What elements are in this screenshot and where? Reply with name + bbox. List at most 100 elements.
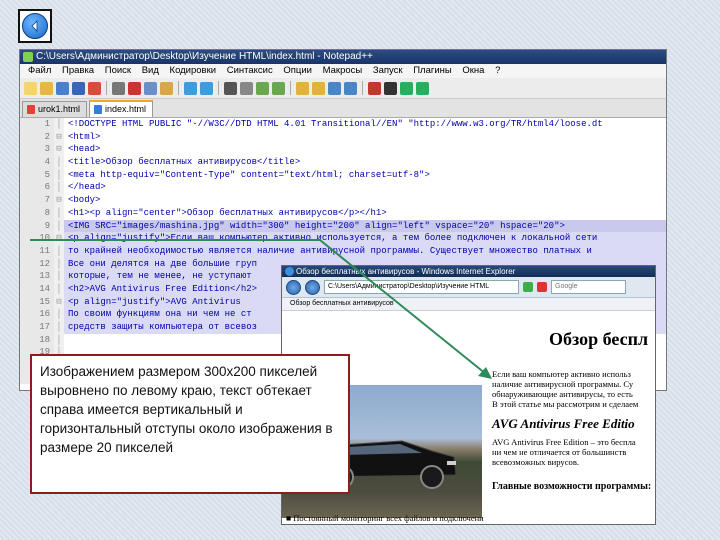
line-number: 11 [20,244,54,258]
fold-marker: │ [54,156,64,169]
show-all-chars-icon[interactable] [328,81,341,95]
menu-macros[interactable]: Макросы [323,65,363,76]
menu-windows[interactable]: Окна [462,65,484,76]
browser-tab[interactable]: Обзор бесплатных антивирусов [290,300,394,307]
fold-marker: ⊟ [54,194,64,207]
menu-search[interactable]: Поиск [105,65,131,76]
fold-marker: │ [54,333,64,347]
tab-index[interactable]: index.html [89,100,154,117]
save-icon[interactable] [56,81,69,95]
play-macro-icon[interactable] [400,81,413,95]
new-file-icon[interactable] [24,81,37,95]
notepadpp-icon [23,52,33,62]
line-number: 14 [20,282,54,296]
page-paragraph-line: AVG Antivirus Free Edition – это беспла [492,437,636,447]
file-saved-icon [94,105,103,114]
fold-marker: │ [54,181,64,195]
code-line[interactable]: 3 ⊟ <head> [20,143,666,157]
code-line[interactable]: 2 ⊟ <html> [20,130,666,144]
zoom-out-icon[interactable] [272,81,285,95]
paste-icon[interactable] [160,81,173,95]
replace-icon[interactable] [240,81,253,95]
code-text: <html> [68,131,101,142]
code-line[interactable]: 4 │ <title>Обзор бесплатных антивирусов</t… [20,156,666,169]
save-all-icon[interactable] [72,81,85,95]
toolbar-separator [362,81,363,95]
word-wrap-icon[interactable] [312,81,325,95]
fold-marker: ⊟ [54,130,64,144]
menu-file[interactable]: Файл [28,65,51,76]
back-icon[interactable] [286,279,301,295]
menu-plugins[interactable]: Плагины [413,65,452,76]
menu-syntax[interactable]: Синтаксис [227,65,273,76]
code-text: <head> [68,144,101,155]
code-line[interactable]: 10 ⊟ <p align="justify">Если ваш компьютер… [20,232,666,245]
undo-icon[interactable] [184,81,197,95]
fold-marker: │ [54,168,64,182]
indent-guide-icon[interactable] [344,81,357,95]
code-text: <h1><p align="center">Обзор бесплатных а… [68,207,387,218]
editor-toolbar [20,78,666,99]
tab-urok1[interactable]: urok1.html [22,101,88,117]
code-line[interactable]: 5 │ <meta http-equiv="Content-Type" conten… [20,168,666,182]
fold-marker: │ [54,308,64,321]
sync-scroll-icon[interactable] [296,81,309,95]
fold-marker: │ [54,270,64,283]
browser-title: Обзор бесплатных антивирусов - Windows I… [296,267,516,276]
code-line[interactable]: 1 │ <!DOCTYPE HTML PUBLIC "-//W3C//DTD HTM… [20,118,666,131]
refresh-icon[interactable] [523,282,533,292]
code-text: то крайней необходимостью является налич… [64,244,666,258]
open-file-icon[interactable] [40,81,53,95]
menu-help[interactable]: ? [495,65,500,76]
address-input[interactable]: C:\Users\Администратор\Desktop\Изучение … [324,280,519,294]
menu-options[interactable]: Опции [283,65,312,76]
code-text: <body> [68,195,101,206]
code-line[interactable]: 8 │ <h1><p align="center">Обзор бесплатных… [20,206,666,220]
close-icon[interactable] [88,81,101,95]
stop-icon[interactable] [537,282,547,292]
menu-run[interactable]: Запуск [373,65,403,76]
menu-encoding[interactable]: Кодировки [170,65,217,76]
code-text: <!DOCTYPE HTML PUBLIC "-//W3C//DTD HTML … [68,119,603,129]
back-button[interactable] [18,9,52,43]
line-number: 10 [20,232,54,245]
line-number: 13 [20,270,54,283]
browser-title-bar: Обзор бесплатных антивирусов - Windows I… [282,266,655,277]
code-line[interactable]: 7 ⊟ <body> [20,194,666,207]
fold-marker: ⊟ [54,295,64,309]
zoom-in-icon[interactable] [256,81,269,95]
page-bullet-text: Постоянный мониторинг всех файлов и подк… [293,513,484,523]
search-input[interactable]: Google [551,280,626,294]
fold-marker: │ [54,244,64,258]
toolbar-separator [106,81,107,95]
editor-title-bar: C:\Users\Администратор\Desktop\Изучение … [20,50,666,64]
fold-marker: │ [54,118,64,131]
menu-view[interactable]: Вид [142,65,159,76]
fold-marker: │ [54,321,64,334]
run-macro-multiple-icon[interactable] [416,81,429,95]
copy-icon[interactable] [144,81,157,95]
print-icon[interactable] [112,81,125,95]
code-line[interactable]: 6 │ </head> [20,181,666,195]
stop-macro-icon[interactable] [384,81,397,95]
code-line[interactable]: 9 │ <IMG SRC="images/mashina.jpg" width="3… [20,219,666,233]
page-paragraph-line: В этой статье мы рассмотрим и сделаем [492,399,639,409]
ie-logo-icon [285,267,294,276]
browser-tab-bar: Обзор бесплатных антивирусов [282,298,655,311]
redo-icon[interactable] [200,81,213,95]
line-number: 8 [20,206,54,220]
editor-menu-bar: Файл Правка Поиск Вид Кодировки Синтакси… [20,64,666,78]
find-icon[interactable] [224,81,237,95]
code-line[interactable]: 11 │ то крайней необходимостью является на… [20,244,666,258]
line-number: 3 [20,143,54,157]
line-number: 5 [20,168,54,182]
code-text: <meta http-equiv="Content-Type" content=… [68,169,430,180]
page-paragraph-line: обнаруживающие антивирусы, то есть [492,389,633,399]
record-macro-icon[interactable] [368,81,381,95]
code-text: </head> [68,182,106,193]
cut-icon[interactable] [128,81,141,95]
annotation-text: Изображением размером 300х200 пикселей в… [40,364,333,455]
fold-marker: │ [54,206,64,220]
forward-icon[interactable] [305,279,320,295]
menu-edit[interactable]: Правка [62,65,94,76]
